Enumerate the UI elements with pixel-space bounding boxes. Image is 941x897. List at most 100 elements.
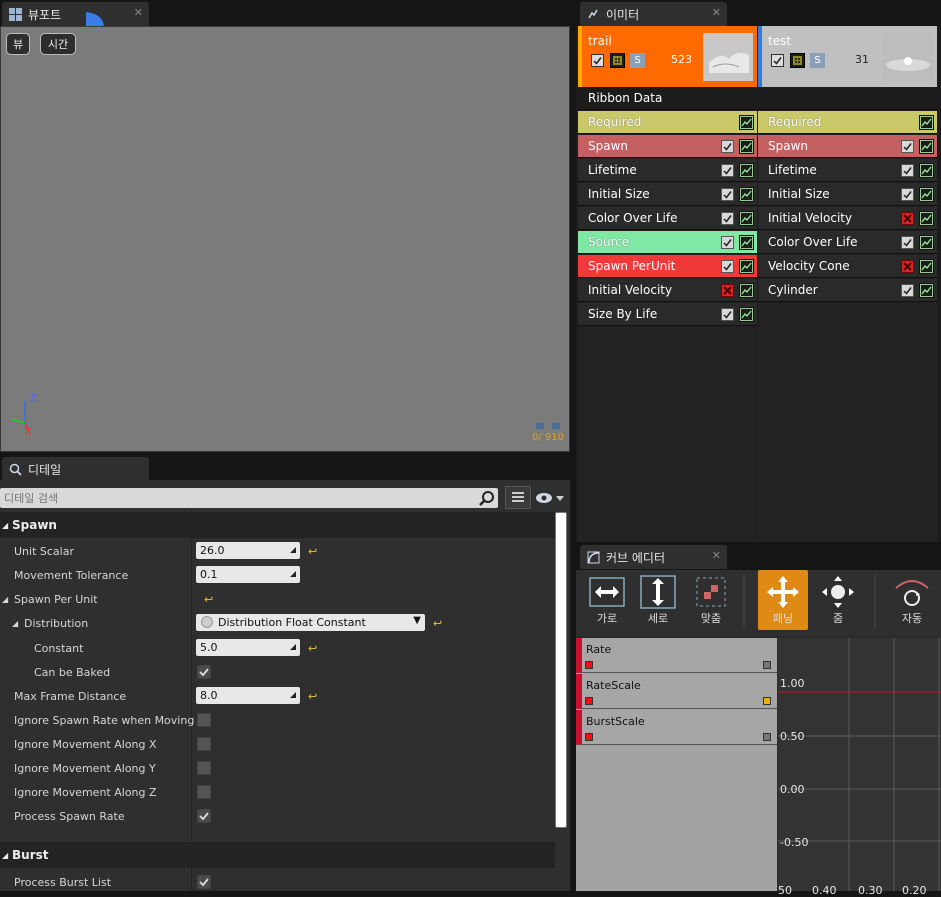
module-row[interactable]: Lifetime bbox=[758, 159, 937, 182]
module-row[interactable]: Required bbox=[758, 111, 937, 134]
fit-vertical-button[interactable]: 세로 bbox=[633, 570, 683, 630]
close-icon[interactable]: ✕ bbox=[712, 549, 721, 562]
module-row[interactable] bbox=[758, 87, 937, 110]
ignore-z-checkbox[interactable] bbox=[197, 785, 211, 799]
module-row[interactable]: Spawn bbox=[578, 135, 757, 158]
scrollbar[interactable] bbox=[555, 512, 567, 828]
expand-arrow-icon[interactable]: ◢ bbox=[2, 595, 8, 604]
ignore-y-checkbox[interactable] bbox=[197, 761, 211, 775]
enabled-checkbox[interactable] bbox=[721, 236, 734, 249]
graph-toggle-icon[interactable] bbox=[919, 163, 934, 178]
curve-color-swatch[interactable] bbox=[763, 697, 771, 705]
curve-visibility-toggle[interactable] bbox=[585, 661, 593, 669]
emitter-header[interactable]: test S 31 bbox=[758, 26, 937, 87]
module-row[interactable]: Color Over Life bbox=[578, 207, 757, 230]
reset-icon[interactable]: ↩ bbox=[433, 617, 442, 630]
enabled-checkbox[interactable] bbox=[721, 140, 734, 153]
close-icon[interactable]: ✕ bbox=[712, 6, 721, 19]
curve-color-swatch[interactable] bbox=[763, 733, 771, 741]
emitters-tab[interactable]: 이미터 ✕ bbox=[580, 2, 727, 26]
pan-button[interactable]: 패닝 bbox=[758, 570, 808, 630]
solo-render-icon[interactable] bbox=[610, 53, 625, 68]
enabled-checkbox[interactable] bbox=[901, 284, 914, 297]
module-row[interactable]: Cylinder bbox=[758, 279, 937, 302]
module-row[interactable]: Initial Size bbox=[578, 183, 757, 206]
constant-field[interactable]: 5.0 bbox=[196, 639, 300, 656]
enabled-checkbox[interactable] bbox=[901, 188, 914, 201]
graph-toggle-icon[interactable] bbox=[739, 115, 754, 130]
graph-toggle-icon[interactable] bbox=[919, 283, 934, 298]
process-burst-list-checkbox[interactable] bbox=[197, 875, 211, 889]
curve-editor-tab[interactable]: 커브 에디터 ✕ bbox=[580, 545, 727, 569]
graph-toggle-icon[interactable] bbox=[919, 115, 934, 130]
ignore-x-checkbox[interactable] bbox=[197, 737, 211, 751]
reset-icon[interactable]: ↩ bbox=[204, 593, 213, 606]
graph-toggle-icon[interactable] bbox=[739, 235, 754, 250]
viewport[interactable]: 뷰 시간 Z X 0/ 910 bbox=[0, 26, 570, 452]
graph-toggle-icon[interactable] bbox=[739, 307, 754, 322]
enabled-checkbox[interactable] bbox=[901, 164, 914, 177]
fit-horizontal-button[interactable]: 가로 bbox=[582, 570, 632, 630]
graph-toggle-icon[interactable] bbox=[919, 139, 934, 154]
module-row[interactable]: Initial Velocity bbox=[758, 207, 937, 230]
solo-button[interactable]: S bbox=[810, 53, 825, 68]
enabled-checkbox[interactable] bbox=[721, 164, 734, 177]
module-row[interactable]: Lifetime bbox=[578, 159, 757, 182]
search-input[interactable] bbox=[4, 489, 464, 507]
disabled-checkbox-icon[interactable] bbox=[901, 260, 914, 273]
module-row[interactable]: Source bbox=[578, 231, 757, 254]
enable-checkbox[interactable] bbox=[591, 54, 604, 67]
graph-toggle-icon[interactable] bbox=[919, 211, 934, 226]
disabled-checkbox-icon[interactable] bbox=[721, 284, 734, 297]
unit-scalar-field[interactable]: 26.0 bbox=[196, 542, 300, 559]
close-icon[interactable]: ✕ bbox=[134, 6, 143, 19]
details-tab[interactable]: 디테일 bbox=[2, 457, 149, 481]
curve-graph[interactable]: 1.00 0.50 0.00 -0.50 50 0.40 0.30 0.20 bbox=[778, 638, 941, 897]
module-row[interactable]: Size By Life bbox=[578, 303, 757, 326]
reset-icon[interactable]: ↩ bbox=[308, 545, 317, 558]
category-burst[interactable]: ◢ Burst bbox=[0, 842, 555, 868]
time-button[interactable]: 시간 bbox=[40, 33, 76, 55]
eye-icon[interactable] bbox=[535, 490, 565, 506]
expand-arrow-icon[interactable]: ◢ bbox=[12, 619, 18, 628]
category-spawn[interactable]: ◢ Spawn bbox=[0, 512, 555, 538]
enabled-checkbox[interactable] bbox=[721, 308, 734, 321]
viewport-tab[interactable]: 뷰포트 ✕ bbox=[2, 2, 149, 26]
ignore-spawn-rate-checkbox[interactable] bbox=[197, 713, 211, 727]
solo-render-icon[interactable] bbox=[790, 53, 805, 68]
enabled-checkbox[interactable] bbox=[721, 188, 734, 201]
curve-item-burstscale[interactable]: BurstScale bbox=[576, 710, 777, 745]
graph-toggle-icon[interactable] bbox=[919, 235, 934, 250]
module-row[interactable]: Spawn bbox=[758, 135, 937, 158]
max-frame-distance-field[interactable]: 8.0 bbox=[196, 687, 300, 704]
graph-toggle-icon[interactable] bbox=[739, 259, 754, 274]
distribution-dropdown[interactable]: Distribution Float Constant ▼ bbox=[196, 614, 425, 631]
view-button[interactable]: 뷰 bbox=[6, 33, 30, 55]
reset-icon[interactable]: ↩ bbox=[308, 690, 317, 703]
curve-visibility-toggle[interactable] bbox=[585, 733, 593, 741]
view-options-icon[interactable] bbox=[505, 486, 531, 509]
solo-button[interactable]: S bbox=[630, 53, 645, 68]
curve-item-ratescale[interactable]: RateScale bbox=[576, 674, 777, 709]
graph-toggle-icon[interactable] bbox=[919, 259, 934, 274]
enable-checkbox[interactable] bbox=[771, 54, 784, 67]
curve-visibility-toggle[interactable] bbox=[585, 697, 593, 705]
disabled-checkbox-icon[interactable] bbox=[901, 212, 914, 225]
auto-button[interactable]: 자동 bbox=[887, 570, 937, 630]
curve-item-rate[interactable]: Rate bbox=[576, 638, 777, 673]
curve-color-swatch[interactable] bbox=[763, 661, 771, 669]
graph-toggle-icon[interactable] bbox=[739, 163, 754, 178]
graph-toggle-icon[interactable] bbox=[739, 283, 754, 298]
module-row[interactable]: Velocity Cone bbox=[758, 255, 937, 278]
graph-toggle-icon[interactable] bbox=[739, 139, 754, 154]
enabled-checkbox[interactable] bbox=[901, 236, 914, 249]
module-row[interactable]: Initial Velocity bbox=[578, 279, 757, 302]
module-row[interactable]: Required bbox=[578, 111, 757, 134]
enabled-checkbox[interactable] bbox=[721, 260, 734, 273]
fit-selected-button[interactable]: 맞춤 bbox=[686, 570, 736, 630]
module-row[interactable]: Ribbon Data bbox=[578, 87, 757, 110]
search-bar[interactable] bbox=[0, 488, 498, 508]
reset-icon[interactable]: ↩ bbox=[308, 642, 317, 655]
graph-toggle-icon[interactable] bbox=[919, 187, 934, 202]
module-row[interactable]: Initial Size bbox=[758, 183, 937, 206]
